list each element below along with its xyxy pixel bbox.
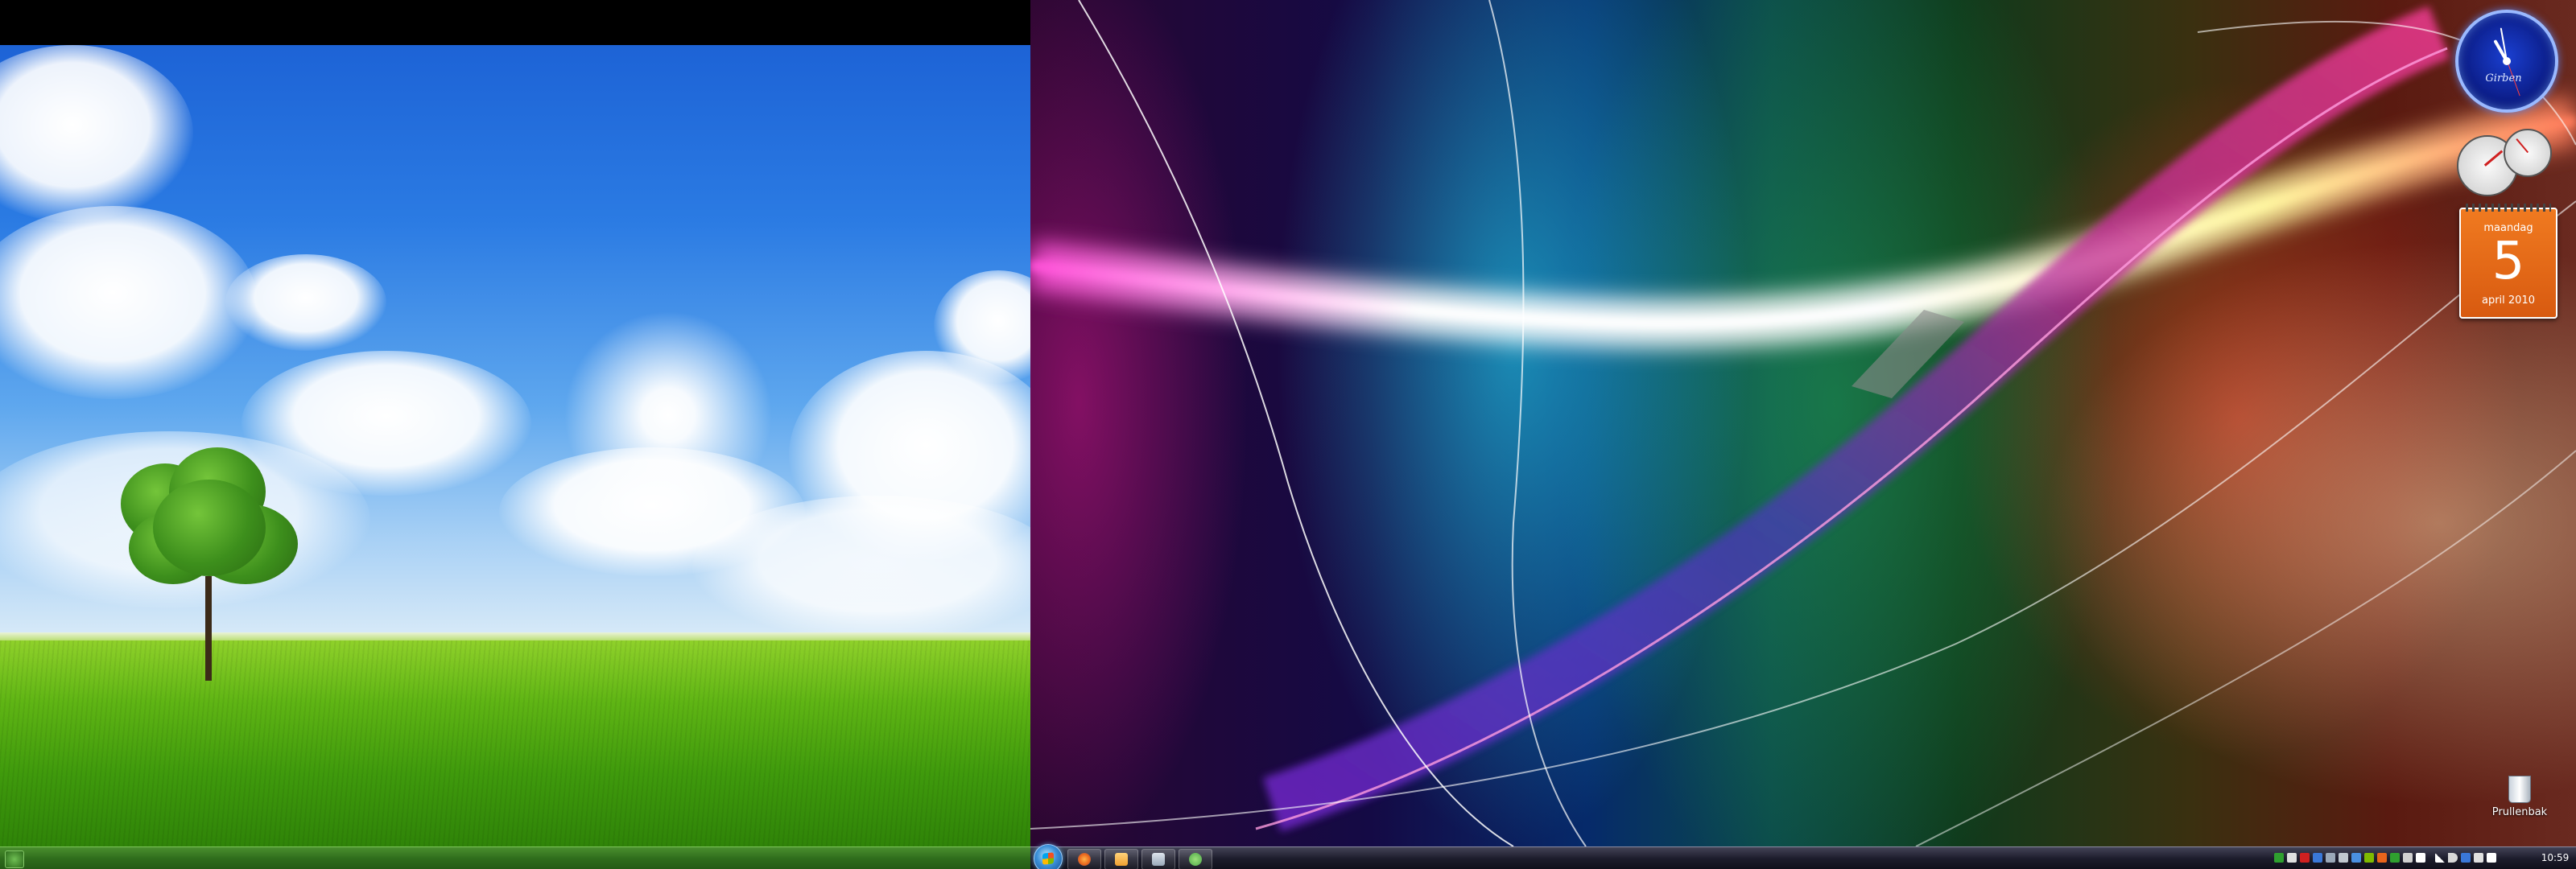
- right-desktop-wallpaper[interactable]: Girben maandag 5 april 2010 Prullenbak: [1030, 0, 2576, 846]
- cloud: [0, 206, 258, 399]
- taskbar-button-firefox[interactable]: [1067, 849, 1101, 869]
- network-signal-icon[interactable]: [2435, 853, 2445, 863]
- calendar-rings: [2466, 204, 2551, 212]
- volume-icon[interactable]: [2448, 853, 2458, 863]
- cpu-meter-gadget[interactable]: [2457, 129, 2553, 196]
- taskbar-clock[interactable]: 10:59: [2537, 852, 2573, 863]
- clock-gadget-label: Girben: [2485, 72, 2522, 84]
- tray-app-icon[interactable]: [2403, 853, 2413, 863]
- tree-trunk: [205, 576, 212, 681]
- media-player-icon: [1115, 853, 1128, 866]
- windows-logo-icon: [1042, 852, 1054, 865]
- taskbar-button-pin-app[interactable]: [1141, 849, 1175, 869]
- left-taskbar-start-button[interactable]: [5, 850, 24, 868]
- tray-app-icon[interactable]: [2313, 853, 2322, 863]
- recycle-bin-desktop-icon[interactable]: Prullenbak: [2487, 771, 2552, 827]
- tray-app-icon[interactable]: [2300, 853, 2310, 863]
- cloud: [692, 496, 1030, 640]
- tree-foliage: [153, 480, 266, 576]
- clock-gadget[interactable]: Girben: [2455, 10, 2558, 113]
- left-taskbar[interactable]: [0, 846, 1030, 869]
- right-taskbar: 10:59: [1030, 844, 2576, 869]
- action-center-flag-icon[interactable]: [2416, 853, 2425, 863]
- recycle-bin-icon: [2508, 776, 2531, 803]
- cloud: [225, 254, 386, 351]
- firefox-icon: [1078, 853, 1091, 866]
- tray-app-icon[interactable]: [2461, 853, 2471, 863]
- taskbar-button-media-player[interactable]: [1104, 849, 1138, 869]
- grass-field: [0, 640, 1030, 846]
- clock-hub: [2503, 57, 2511, 65]
- taskbar-button-messenger[interactable]: [1179, 849, 1212, 869]
- calendar-day-number: 5: [2491, 232, 2525, 291]
- tray-app-icon[interactable]: [2474, 853, 2483, 863]
- tray-app-icon[interactable]: [2377, 853, 2387, 863]
- right-monitor: Girben maandag 5 april 2010 Prullenbak 1…: [1030, 0, 2576, 869]
- memory-dial: [2504, 129, 2552, 177]
- tray-app-icon[interactable]: [2339, 853, 2348, 863]
- cloud: [0, 45, 193, 222]
- messenger-icon: [1189, 853, 1202, 866]
- pin-icon: [1152, 853, 1165, 866]
- tray-app-icon[interactable]: [2351, 853, 2361, 863]
- start-button[interactable]: [1034, 844, 1063, 869]
- left-desktop-wallpaper[interactable]: [0, 45, 1030, 846]
- left-monitor: [0, 0, 1030, 869]
- tray-app-icon[interactable]: [2326, 853, 2335, 863]
- tray-app-icon[interactable]: [2287, 853, 2297, 863]
- light-waves: [1030, 0, 2576, 846]
- calendar-month-year: april 2010: [2481, 294, 2535, 307]
- recycle-bin-label: Prullenbak: [2491, 806, 2548, 818]
- tray-app-icon[interactable]: [2364, 853, 2374, 863]
- tray-app-icon[interactable]: [2390, 853, 2400, 863]
- calendar-gadget[interactable]: maandag 5 april 2010: [2459, 204, 2557, 319]
- tray-app-icon[interactable]: [2274, 853, 2284, 863]
- battery-icon[interactable]: [2487, 853, 2496, 863]
